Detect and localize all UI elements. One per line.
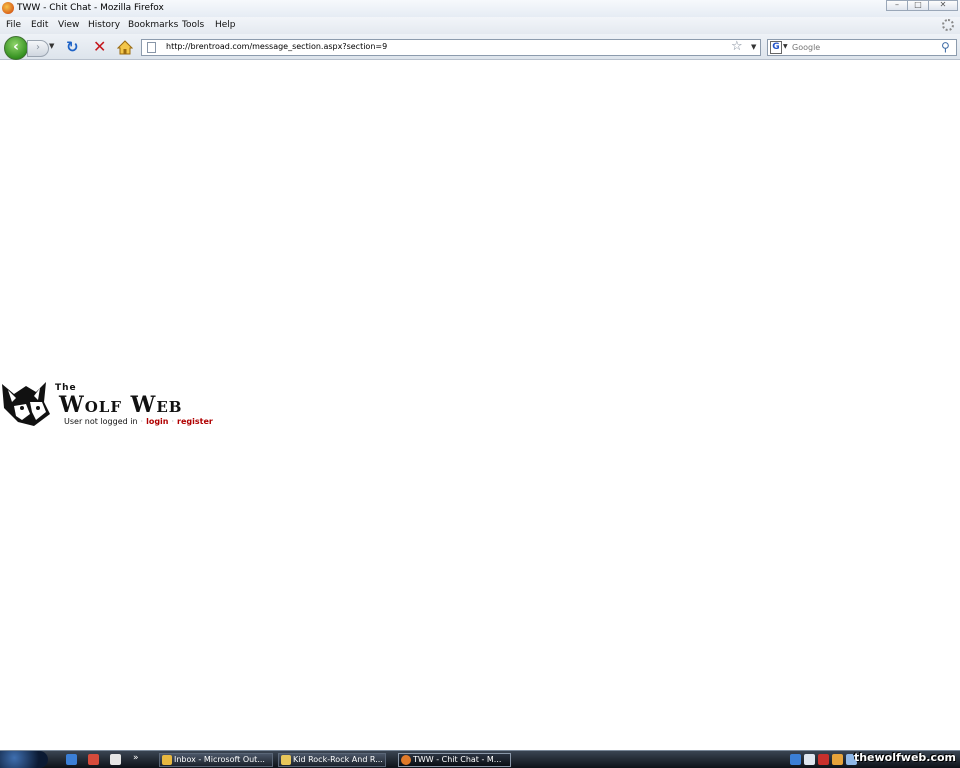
menu-help[interactable]: Help <box>215 20 236 30</box>
taskbar-item-label: Kid Rock-Rock And R... <box>293 755 383 764</box>
search-box: G ▼ ⚲ <box>767 39 957 56</box>
tray-icon[interactable] <box>790 754 801 765</box>
login-status: User not logged in · login · register <box>64 417 213 426</box>
taskbar-item-folder[interactable]: Kid Rock-Rock And R... <box>278 753 386 767</box>
menu-bar: File Edit View History Bookmarks Tools H… <box>0 17 960 34</box>
tray-icon[interactable] <box>804 754 815 765</box>
search-engine-dropdown-icon[interactable]: ▼ <box>783 43 788 50</box>
quicklaunch-app-icon[interactable] <box>110 754 121 765</box>
separator: · <box>171 417 175 426</box>
navigation-toolbar: ‹ › ▼ ↻ ✕ http://brentroad.com/message_s… <box>0 34 960 60</box>
quicklaunch-app-icon[interactable] <box>88 754 99 765</box>
firefox-icon <box>401 755 411 765</box>
url-dropdown-icon[interactable]: ▼ <box>751 43 756 51</box>
ie-icon[interactable] <box>66 754 77 765</box>
tray-icon[interactable] <box>818 754 829 765</box>
taskbar-item-label: Inbox - Microsoft Out... <box>174 755 265 764</box>
forward-button[interactable]: › <box>27 40 49 57</box>
menu-edit[interactable]: Edit <box>31 20 48 30</box>
taskbar-item-label: TWW - Chit Chat - M... <box>413 755 502 764</box>
window-title: TWW - Chit Chat - Mozilla Firefox <box>17 3 164 13</box>
watermark: thewolfweb.com <box>853 751 956 764</box>
title-bar: TWW - Chit Chat - Mozilla Firefox – □ ✕ <box>0 0 960 17</box>
folder-icon <box>281 755 291 765</box>
history-dropdown-icon[interactable]: ▼ <box>49 42 54 50</box>
login-status-text: User not logged in <box>64 417 138 426</box>
loading-throbber-icon <box>942 19 954 31</box>
logo-brand-text: Wolf Web <box>59 392 183 418</box>
wolf-head-icon <box>2 382 50 426</box>
register-link[interactable]: register <box>177 417 213 426</box>
start-button[interactable] <box>0 751 48 768</box>
menu-file[interactable]: File <box>6 20 21 30</box>
close-button[interactable]: ✕ <box>928 0 958 11</box>
login-link[interactable]: login <box>146 417 168 426</box>
minimize-button[interactable]: – <box>886 0 908 11</box>
search-engine-icon[interactable]: G <box>770 41 782 54</box>
menu-history[interactable]: History <box>88 20 120 30</box>
menu-tools[interactable]: Tools <box>182 20 204 30</box>
stop-button[interactable]: ✕ <box>93 39 106 55</box>
page-icon <box>147 42 156 53</box>
menu-view[interactable]: View <box>58 20 79 30</box>
url-text[interactable]: http://brentroad.com/message_section.asp… <box>166 42 387 51</box>
taskbar-item-outlook[interactable]: Inbox - Microsoft Out... <box>159 753 273 767</box>
taskbar: » Inbox - Microsoft Out... Kid Rock-Rock… <box>0 750 960 768</box>
reload-button[interactable]: ↻ <box>66 40 79 55</box>
search-icon[interactable]: ⚲ <box>941 40 950 54</box>
tray-icon[interactable] <box>832 754 843 765</box>
menu-bookmarks[interactable]: Bookmarks <box>128 20 178 30</box>
back-button[interactable]: ‹ <box>4 36 28 60</box>
separator: · <box>140 417 144 426</box>
search-input[interactable] <box>792 41 937 54</box>
url-bar[interactable]: http://brentroad.com/message_section.asp… <box>141 39 761 56</box>
bookmark-star-icon[interactable]: ☆ <box>731 39 743 54</box>
outlook-icon <box>162 755 172 765</box>
home-icon[interactable] <box>117 40 133 55</box>
maximize-button[interactable]: □ <box>907 0 929 11</box>
firefox-icon <box>2 2 14 14</box>
taskbar-item-firefox[interactable]: TWW - Chit Chat - M... <box>398 753 511 767</box>
quicklaunch-overflow-icon[interactable]: » <box>133 753 139 763</box>
